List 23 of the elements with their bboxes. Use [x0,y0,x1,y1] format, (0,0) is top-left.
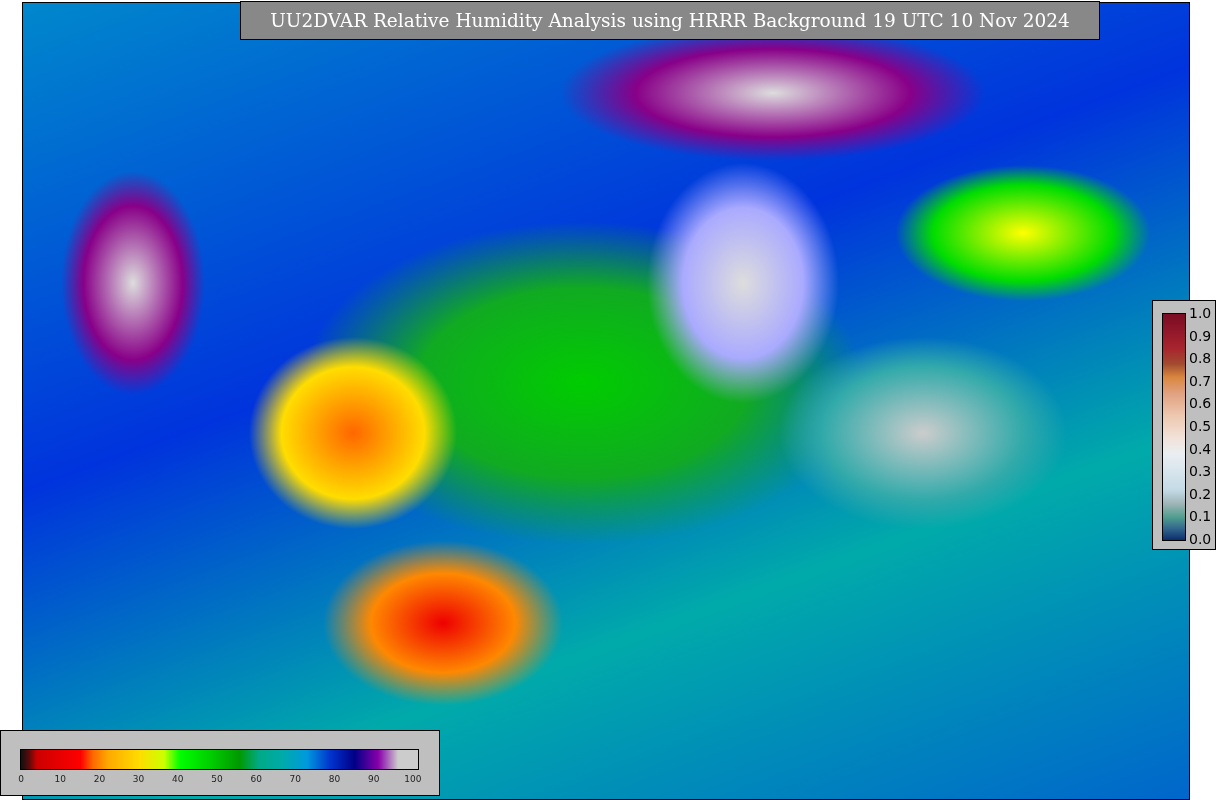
tick-label: 0.0 [1189,531,1212,546]
tick-label: 60 [250,773,262,786]
tick-label: 0.6 [1189,396,1212,411]
tick-label: 30 [132,773,145,786]
tick-label: 1.0 [1189,306,1212,320]
tick-label: 0.4 [1189,441,1212,456]
tick-label: 0.1 [1189,509,1212,524]
tick-label: 0.7 [1189,373,1212,388]
map-title: UU2DVAR Relative Humidity Analysis using HRRR Background 19 UTC 10 Nov 2024 [240,1,1100,40]
tick-label: 80 [328,773,341,786]
tick-label: 0.9 [1189,328,1212,343]
tick-label: 0.3 [1189,464,1212,479]
tick-label: 40 [172,773,184,786]
tick-label: 0.5 [1189,418,1212,433]
tick-label: 0.8 [1189,351,1212,366]
tick-label: 0 [18,773,24,786]
tick-label: 90 [367,773,380,786]
tick-label: 70 [289,773,302,786]
tick-label: 10 [54,773,66,786]
tick-label: 20 [93,773,106,786]
tick-label: 0.2 [1189,486,1212,501]
tick-label: 100 [404,773,422,786]
tick-label: 50 [211,773,223,786]
